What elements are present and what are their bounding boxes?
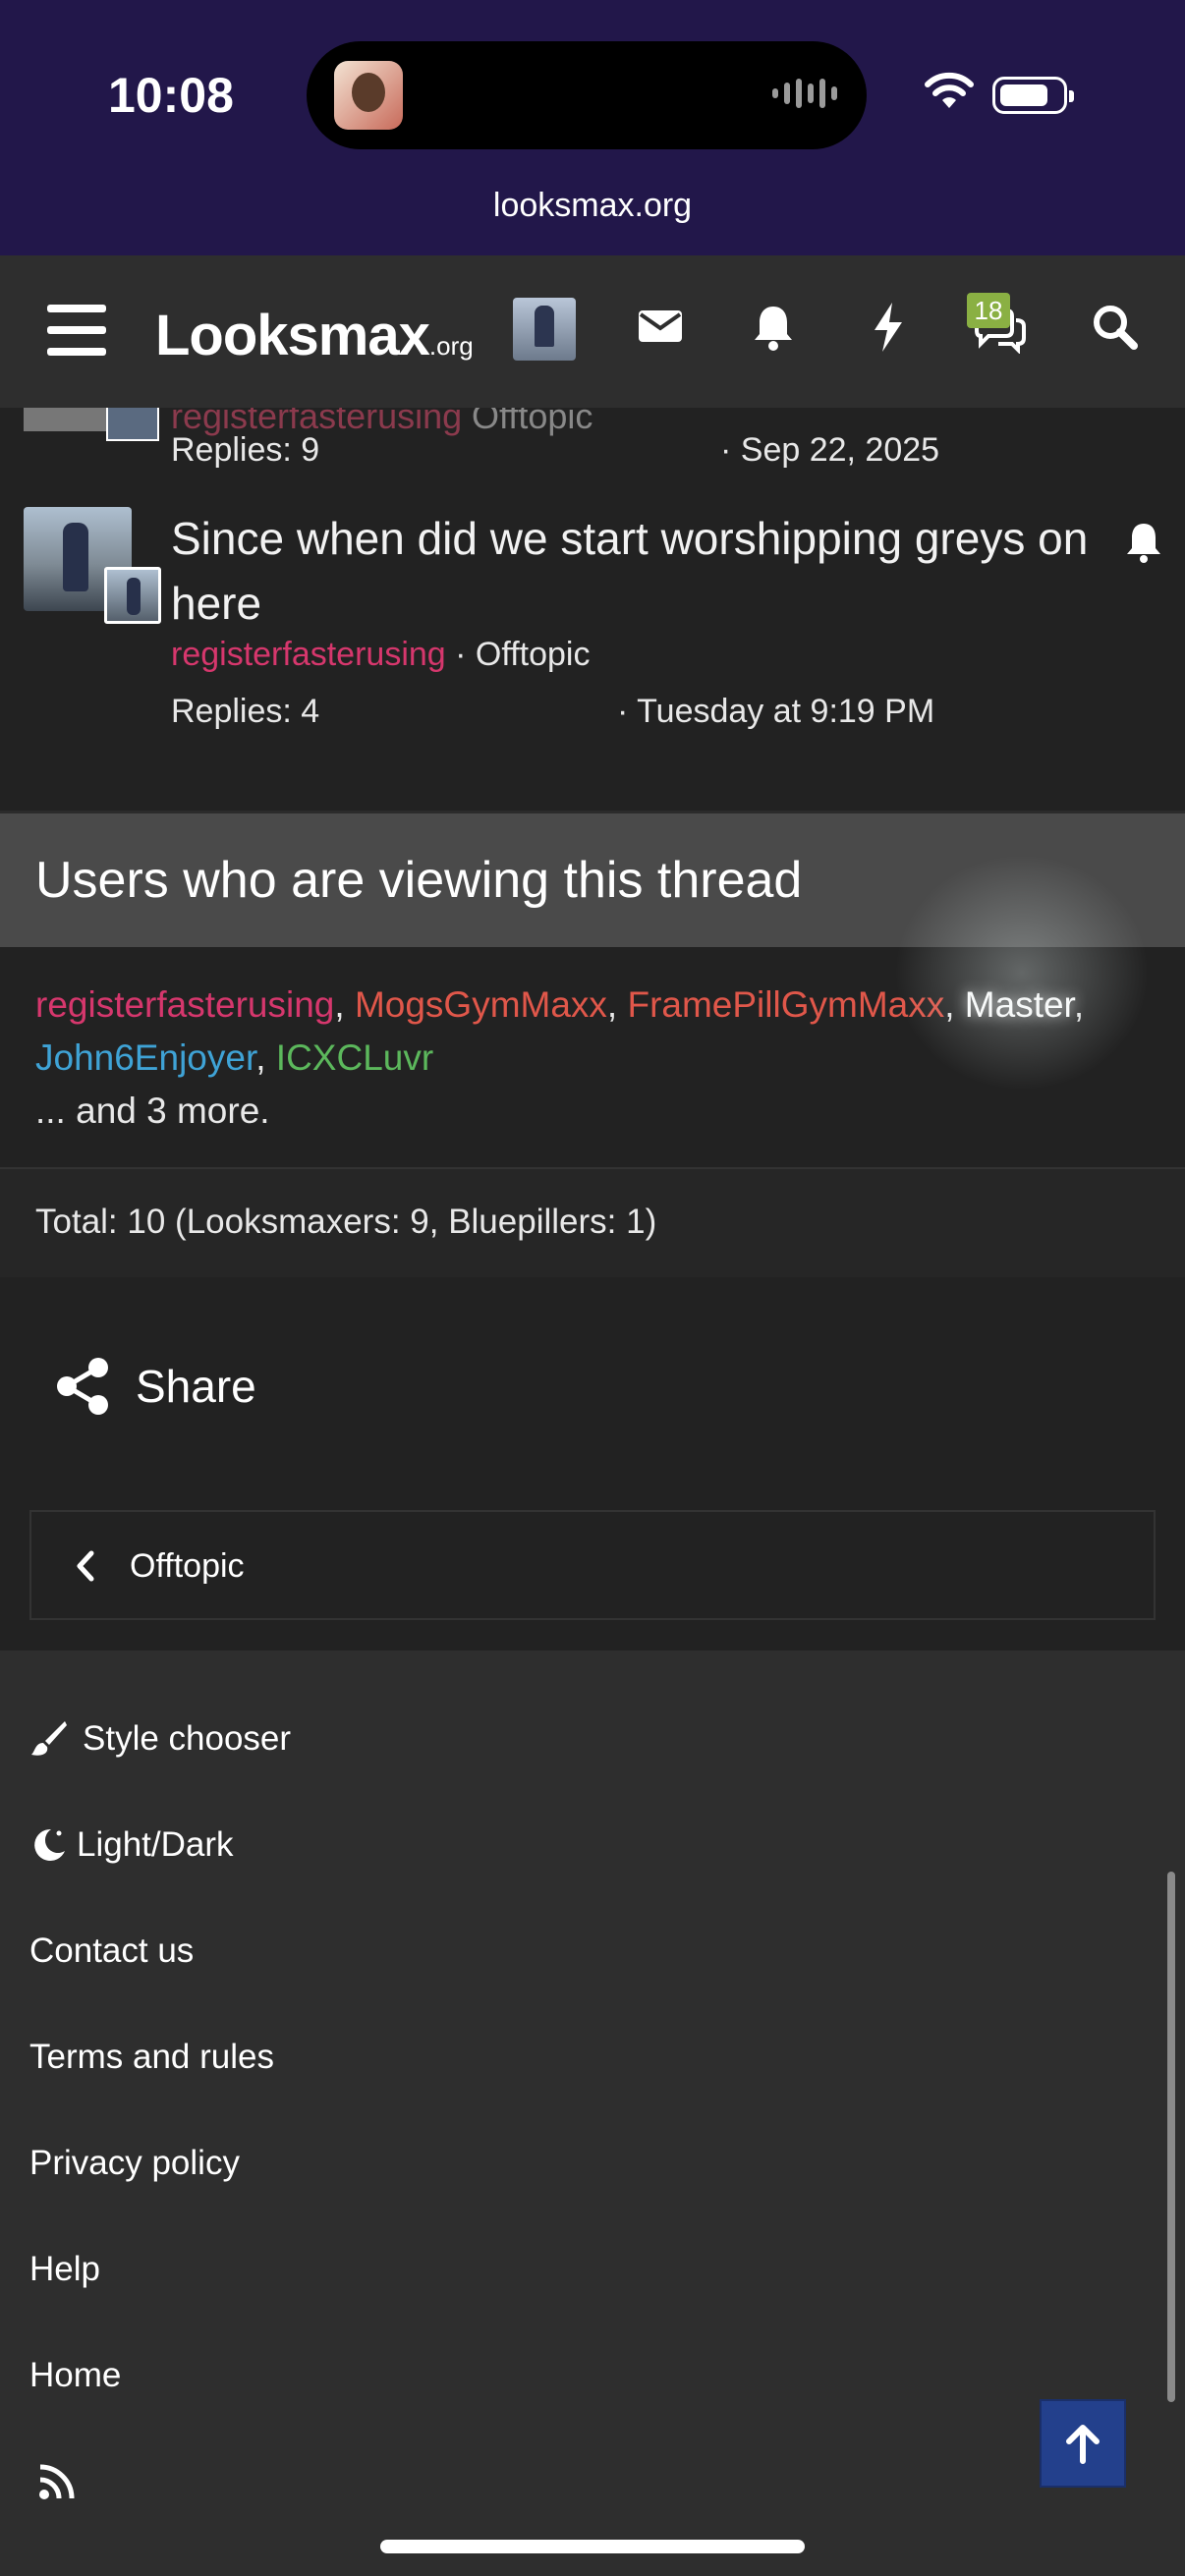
battery-icon bbox=[992, 77, 1074, 114]
scroll-to-top-button[interactable] bbox=[1040, 2399, 1126, 2488]
similar-threads-list: registerfasterusing Offtopic Replies: 9 … bbox=[0, 408, 1185, 811]
wifi-icon bbox=[925, 72, 974, 108]
footer-help-link[interactable]: Help bbox=[29, 2250, 100, 2289]
thread-date: · Sep 22, 2025 bbox=[720, 431, 940, 469]
thread-date: · Tuesday at 9:19 PM bbox=[617, 693, 935, 730]
viewer-link[interactable]: Master bbox=[965, 984, 1074, 1025]
viewers-list: registerfasterusing, MogsGymMaxx, FrameP… bbox=[0, 947, 1185, 1167]
rss-icon[interactable] bbox=[37, 2462, 77, 2501]
status-bar: 10:08 looksmax.org bbox=[0, 0, 1185, 255]
home-indicator[interactable] bbox=[380, 2540, 805, 2553]
site-logo[interactable]: Looksmax.org bbox=[155, 303, 474, 368]
share-label: Share bbox=[136, 1361, 256, 1412]
share-section: Share Offtopic bbox=[0, 1277, 1185, 1651]
last-poster-avatar bbox=[104, 567, 161, 624]
viewers-total-text: Total: 10 (Looksmaxers: 9, Bluepillers: … bbox=[35, 1203, 657, 1241]
footer-terms-link[interactable]: Terms and rules bbox=[29, 2038, 274, 2077]
footer: Style chooser Light/Dark Contact us Term… bbox=[0, 1651, 1185, 2576]
viewers-header: Users who are viewing this thread bbox=[0, 813, 1185, 947]
scrollbar[interactable] bbox=[1167, 1872, 1175, 2402]
url-bar[interactable]: looksmax.org bbox=[0, 187, 1185, 225]
mail-icon[interactable] bbox=[637, 307, 684, 346]
last-poster-avatar bbox=[106, 408, 159, 441]
viewers-total: Total: 10 (Looksmaxers: 9, Bluepillers: … bbox=[0, 1169, 1185, 1277]
paintbrush-icon bbox=[31, 1721, 67, 1756]
footer-privacy-link[interactable]: Privacy policy bbox=[29, 2144, 240, 2183]
audio-waveform-icon bbox=[772, 79, 837, 108]
footer-home-link[interactable]: Home bbox=[29, 2356, 121, 2395]
arrow-up-icon bbox=[1066, 2425, 1100, 2464]
thread-replies: Replies: 4 bbox=[171, 693, 320, 730]
moon-icon bbox=[34, 1828, 65, 1861]
thread-meta: registerfasterusing · Offtopic bbox=[171, 636, 590, 674]
viewer-link[interactable]: ICXCLuvr bbox=[276, 1037, 433, 1078]
footer-light-dark[interactable]: Light/Dark bbox=[29, 1825, 234, 1865]
chevron-left-icon bbox=[77, 1550, 94, 1582]
viewers-more: ... and 3 more. bbox=[35, 1091, 270, 1131]
share-icon bbox=[57, 1358, 108, 1415]
viewer-link[interactable]: MogsGymMaxx bbox=[355, 984, 607, 1025]
viewer-link[interactable]: registerfasterusing bbox=[35, 984, 334, 1025]
watch-bell-icon[interactable] bbox=[1124, 521, 1163, 564]
viewers-line-1: registerfasterusing, MogsGymMaxx, FrameP… bbox=[35, 984, 1085, 1025]
user-avatar[interactable] bbox=[513, 298, 576, 361]
site-header: Looksmax.org bbox=[0, 255, 1185, 408]
viewers-title: Users who are viewing this thread bbox=[35, 852, 803, 909]
thread-category[interactable]: · Offtopic bbox=[455, 636, 590, 673]
dynamic-island[interactable] bbox=[307, 41, 867, 149]
thread-thumbnail bbox=[24, 408, 106, 431]
messages-count-badge: 18 bbox=[967, 293, 1010, 328]
thread-replies: Replies: 9 bbox=[171, 431, 320, 469]
now-playing-artwork-icon bbox=[334, 61, 403, 130]
share-button[interactable]: Share bbox=[55, 1356, 256, 1417]
menu-icon[interactable] bbox=[47, 305, 106, 356]
footer-style-chooser[interactable]: Style chooser bbox=[29, 1719, 291, 1759]
back-to-forum-label: Offtopic bbox=[130, 1547, 245, 1585]
thread-title[interactable]: Since when did we start worshipping grey… bbox=[171, 506, 1095, 636]
viewers-line-2: John6Enjoyer, ICXCLuvr bbox=[35, 1037, 434, 1078]
status-time: 10:08 bbox=[108, 68, 234, 123]
viewer-link[interactable]: FramePillGymMaxx bbox=[627, 984, 944, 1025]
viewer-link[interactable]: John6Enjoyer bbox=[35, 1037, 255, 1078]
search-icon[interactable] bbox=[1091, 303, 1140, 352]
thread-category[interactable]: Offtopic bbox=[472, 408, 592, 437]
bell-icon[interactable] bbox=[752, 303, 795, 352]
back-to-forum-button[interactable]: Offtopic bbox=[29, 1510, 1156, 1620]
lightning-icon[interactable] bbox=[871, 301, 906, 354]
footer-contact-link[interactable]: Contact us bbox=[29, 1932, 194, 1971]
thread-author[interactable]: registerfasterusing bbox=[171, 636, 446, 673]
